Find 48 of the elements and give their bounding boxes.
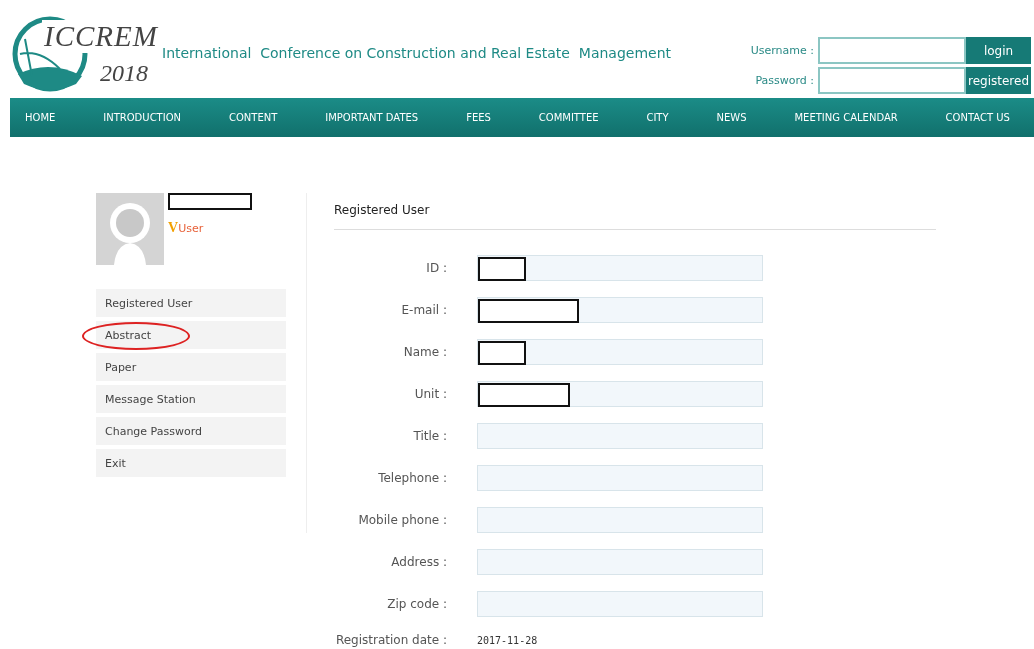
input-field[interactable] [477,297,763,323]
nav-link[interactable]: INTRODUCTION [103,112,182,123]
field-label: ID : [425,261,447,275]
nav-link[interactable]: MEETING CALENDAR [794,112,898,123]
field-label: Address : [390,555,447,569]
panel-title: Registered User [334,203,936,230]
input-field[interactable] [477,465,763,491]
password-field[interactable] [818,67,966,94]
nav-link[interactable]: FEES [466,112,491,123]
vip-label: V [168,220,179,236]
input-field[interactable] [477,339,763,365]
sidebar-item[interactable]: Paper [96,353,286,381]
nav-link[interactable]: CONTENT [228,112,278,123]
nav-link[interactable]: CONTACT US [945,112,1010,123]
sidebar-item[interactable]: Exit [96,449,286,477]
nav-link[interactable]: CITY [646,112,669,123]
logo-year: 2018 [100,60,148,87]
sidebar-item[interactable]: Abstract [96,321,286,349]
field-label: Zip code : [386,597,447,611]
user-role: User [178,221,204,235]
username-field[interactable] [818,37,966,64]
input-field[interactable] [477,381,763,407]
field-label: Name : [402,345,447,359]
input-field[interactable] [477,507,763,533]
sidebar-item[interactable]: Change Password [96,417,286,445]
password-label: Password : [754,74,815,87]
username-label: Username : [750,44,815,57]
nav-link[interactable]: NEWS [716,112,747,123]
logo-title: ICCREM [42,20,160,53]
sidebar-item[interactable]: Registered User [96,289,286,317]
field-label: Mobile phone : [357,513,447,527]
register-button[interactable]: registered [966,67,1031,94]
field-label: Unit : [413,387,447,401]
field-label: Registration date : [334,633,447,647]
field-label: Title : [412,429,447,443]
field-label: Telephone : [377,471,447,485]
input-field[interactable] [477,591,763,617]
sidebar-item[interactable]: Message Station [96,385,286,413]
input-field[interactable] [477,255,763,281]
conference-title: International Conference on Construction and Real Estate Management [162,45,672,61]
field-label: E-mail : [400,303,447,317]
input-field[interactable] [477,549,763,575]
input-field[interactable] [477,423,763,449]
registration-date: 2017-11-28 [477,634,539,646]
nav-link[interactable]: IMPORTANT DATES [325,112,419,123]
login-button[interactable]: login [966,37,1031,64]
nav-link[interactable]: COMMITTEE [538,112,599,123]
nav-link[interactable]: HOME [25,112,56,123]
